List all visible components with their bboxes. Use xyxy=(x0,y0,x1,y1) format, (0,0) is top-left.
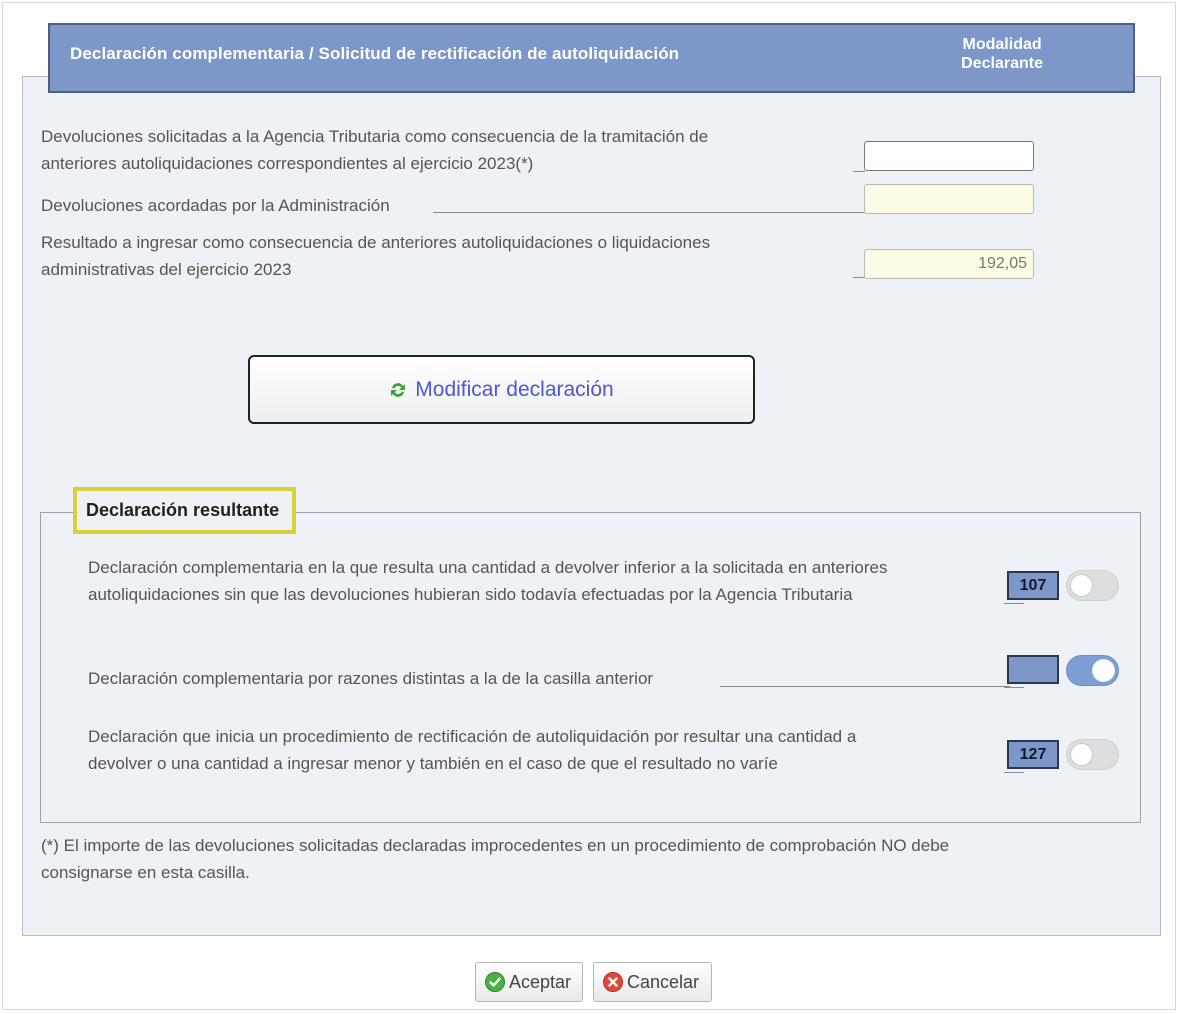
row-label-line: anteriores autoliquidaciones correspondi… xyxy=(41,154,534,173)
devoluciones-solicitadas-field[interactable] xyxy=(864,141,1034,171)
header-modalidad: Modalidad Declarante xyxy=(961,35,1043,73)
accept-button[interactable]: Aceptar xyxy=(475,962,583,1002)
toggle-knob xyxy=(1092,659,1115,682)
accept-label: Aceptar xyxy=(509,971,572,992)
resultado-ingresar-field[interactable]: 192,05 xyxy=(864,249,1034,279)
header-title: Declaración complementaria / Solicitud d… xyxy=(70,44,680,63)
footnote: (*) El importe de las devoluciones solic… xyxy=(41,832,1121,886)
option-label-line: Declaración que inicia un procedimiento … xyxy=(88,727,857,746)
row-label-line: Resultado a ingresar como consecuencia d… xyxy=(41,233,711,252)
row-leader-line xyxy=(853,171,865,172)
code-leader-line xyxy=(1004,687,1024,688)
row-label-line: Devoluciones solicitadas a la Agencia Tr… xyxy=(41,127,709,146)
toggle-107[interactable] xyxy=(1066,570,1119,601)
option-label-line: autoliquidaciones sin que las devolucion… xyxy=(88,585,853,604)
footnote-line: (*) El importe de las devoluciones solic… xyxy=(41,836,950,855)
resultante-legend: Declaración resultante xyxy=(73,487,296,534)
toggle-razones-distintas[interactable] xyxy=(1066,655,1119,686)
footnote-line: consignarse en esta casilla. xyxy=(41,863,250,882)
devoluciones-acordadas-field[interactable] xyxy=(864,184,1034,214)
option-label-razones-distintas: Declaración complementaria por razones d… xyxy=(88,669,654,688)
modify-declaration-label: Modificar declaración xyxy=(415,377,614,401)
row-leader-line xyxy=(433,212,865,213)
option-label-107: Declaración complementaria en la que res… xyxy=(88,554,887,608)
casilla-code-127: 127 xyxy=(1007,740,1059,769)
row-leader-line xyxy=(853,277,865,278)
code-leader-line xyxy=(1004,772,1024,773)
option-label-line: devolver o una cantidad a ingresar menor… xyxy=(88,754,778,773)
row-label-line: administrativas del ejercicio 2023 xyxy=(41,260,292,279)
option-label-127: Declaración que inicia un procedimiento … xyxy=(88,723,856,777)
row-label-devoluciones-solicitadas: Devoluciones solicitadas a la Agencia Tr… xyxy=(41,123,708,177)
row-leader-line xyxy=(720,686,1010,687)
casilla-code-razones-distintas xyxy=(1007,655,1059,684)
header-modalidad-line1: Modalidad xyxy=(962,36,1042,53)
refresh-icon xyxy=(389,381,407,399)
row-label-devoluciones-acordadas: Devoluciones acordadas por la Administra… xyxy=(41,196,390,215)
close-icon xyxy=(602,971,624,993)
header-bar: Declaración complementaria / Solicitud d… xyxy=(48,23,1135,93)
toggle-127[interactable] xyxy=(1066,739,1119,770)
toggle-knob xyxy=(1070,574,1093,597)
casilla-code-107: 107 xyxy=(1007,571,1059,600)
code-leader-line xyxy=(1004,603,1024,604)
cancel-label: Cancelar xyxy=(627,971,700,992)
toggle-knob xyxy=(1070,743,1093,766)
check-icon xyxy=(484,971,506,993)
option-label-line: Declaración complementaria en la que res… xyxy=(88,558,888,577)
cancel-button[interactable]: Cancelar xyxy=(593,962,712,1002)
row-label-resultado-ingresar: Resultado a ingresar como consecuencia d… xyxy=(41,229,710,283)
modify-declaration-button[interactable]: Modificar declaración xyxy=(248,355,755,424)
header-modalidad-line2: Declarante xyxy=(961,55,1043,72)
